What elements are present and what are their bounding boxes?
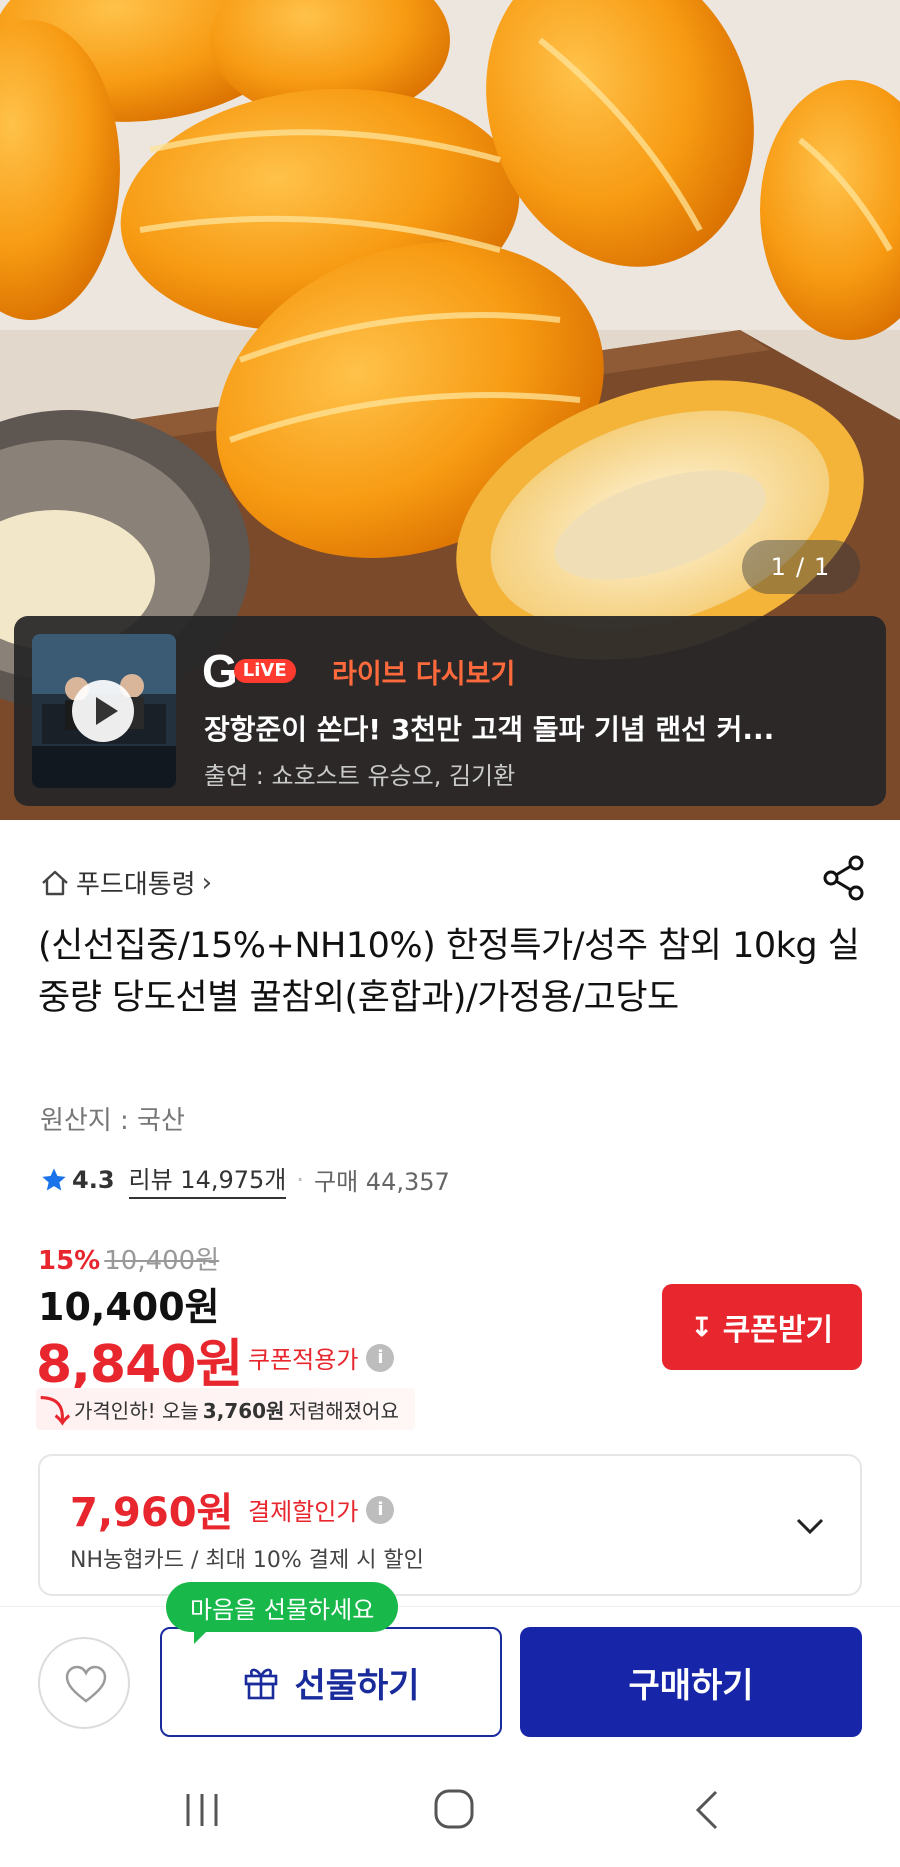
- coupon-price-label[interactable]: 쿠폰적용가 i: [248, 1340, 395, 1375]
- buy-button[interactable]: 구매하기: [520, 1627, 862, 1737]
- chevron-right-icon: ›: [201, 867, 213, 898]
- payment-discount-detail: NH농협카드 / 최대 10% 결제 시 할인: [70, 1548, 424, 1573]
- separator-dot: ·: [296, 1165, 305, 1194]
- home-icon: [42, 870, 68, 895]
- recent-apps-icon[interactable]: [172, 1782, 232, 1838]
- product-title: (신선집중/15%+NH10%) 한정특가/성주 참외 10kg 실중량 당도선…: [38, 926, 860, 1018]
- info-icon[interactable]: i: [366, 1495, 395, 1524]
- origin: 원산지 : 국산: [40, 1106, 185, 1136]
- wishlist-button[interactable]: [38, 1637, 130, 1729]
- payment-discount-label[interactable]: 결제할인가 i: [248, 1492, 395, 1527]
- back-icon[interactable]: [678, 1782, 738, 1838]
- download-icon: ↧: [690, 1311, 713, 1342]
- gift-icon: [245, 1668, 278, 1700]
- share-icon[interactable]: [822, 854, 866, 902]
- live-cast: 출연 : 쇼호스트 유승오, 김기환: [204, 762, 516, 790]
- store-link[interactable]: 푸드대통령 ›: [40, 864, 212, 901]
- price-drop-notice: ⤵ 가격인하! 오늘 3,760원 저렴해졌어요: [36, 1388, 415, 1430]
- play-icon[interactable]: [72, 680, 134, 742]
- home-nav-icon[interactable]: [424, 1782, 484, 1838]
- live-replay-label: 라이브 다시보기: [332, 659, 516, 690]
- live-thumbnail[interactable]: [32, 634, 176, 788]
- product-image[interactable]: 1/1 G LiVE 라이브 다시보기 장항준이 쏜다! 3천만 고객 돌파 기…: [0, 0, 900, 820]
- payment-discount-price: 7,960원: [70, 1490, 234, 1536]
- star-icon: [42, 1167, 66, 1190]
- payment-discount-box[interactable]: 7,960원 결제할인가 i NH농협카드 / 최대 10% 결제 시 할인: [38, 1454, 862, 1596]
- info-icon[interactable]: i: [366, 1343, 395, 1372]
- live-replay-banner[interactable]: G LiVE 라이브 다시보기 장항준이 쏜다! 3천만 고객 돌파 기념 랜선…: [14, 616, 886, 806]
- bottom-action-bar: 선물하기 구매하기: [0, 1606, 900, 1752]
- store-name: 푸드대통령: [76, 870, 196, 900]
- rating-score: 4.3: [72, 1165, 115, 1194]
- review-link[interactable]: 리뷰 14,975개: [128, 1160, 287, 1199]
- chevron-down-icon[interactable]: [790, 1506, 830, 1546]
- heart-icon: [65, 1665, 107, 1703]
- live-title[interactable]: 장항준이 쏜다! 3천만 고객 돌파 기념 랜선 커...: [204, 708, 844, 748]
- discount-percent: 15%: [38, 1246, 101, 1276]
- get-coupon-button[interactable]: ↧ 쿠폰받기: [662, 1284, 862, 1370]
- gift-button[interactable]: 선물하기: [160, 1627, 502, 1737]
- glive-logo: G LiVE: [202, 648, 296, 694]
- image-counter: 1/1: [742, 540, 860, 594]
- system-nav-bar: [0, 1752, 900, 1867]
- gift-tooltip: 마음을 선물하세요: [166, 1582, 399, 1644]
- discount-row: 15% 10,400원: [38, 1240, 219, 1277]
- original-price: 10,400원: [104, 1246, 220, 1276]
- coupon-price: 8,840원: [36, 1335, 243, 1395]
- rating-row: 4.3 리뷰 14,975개 · 구매 44,357: [40, 1160, 450, 1199]
- down-arrow-icon: ⤵: [40, 1395, 70, 1430]
- purchase-count: 구매 44,357: [314, 1168, 450, 1196]
